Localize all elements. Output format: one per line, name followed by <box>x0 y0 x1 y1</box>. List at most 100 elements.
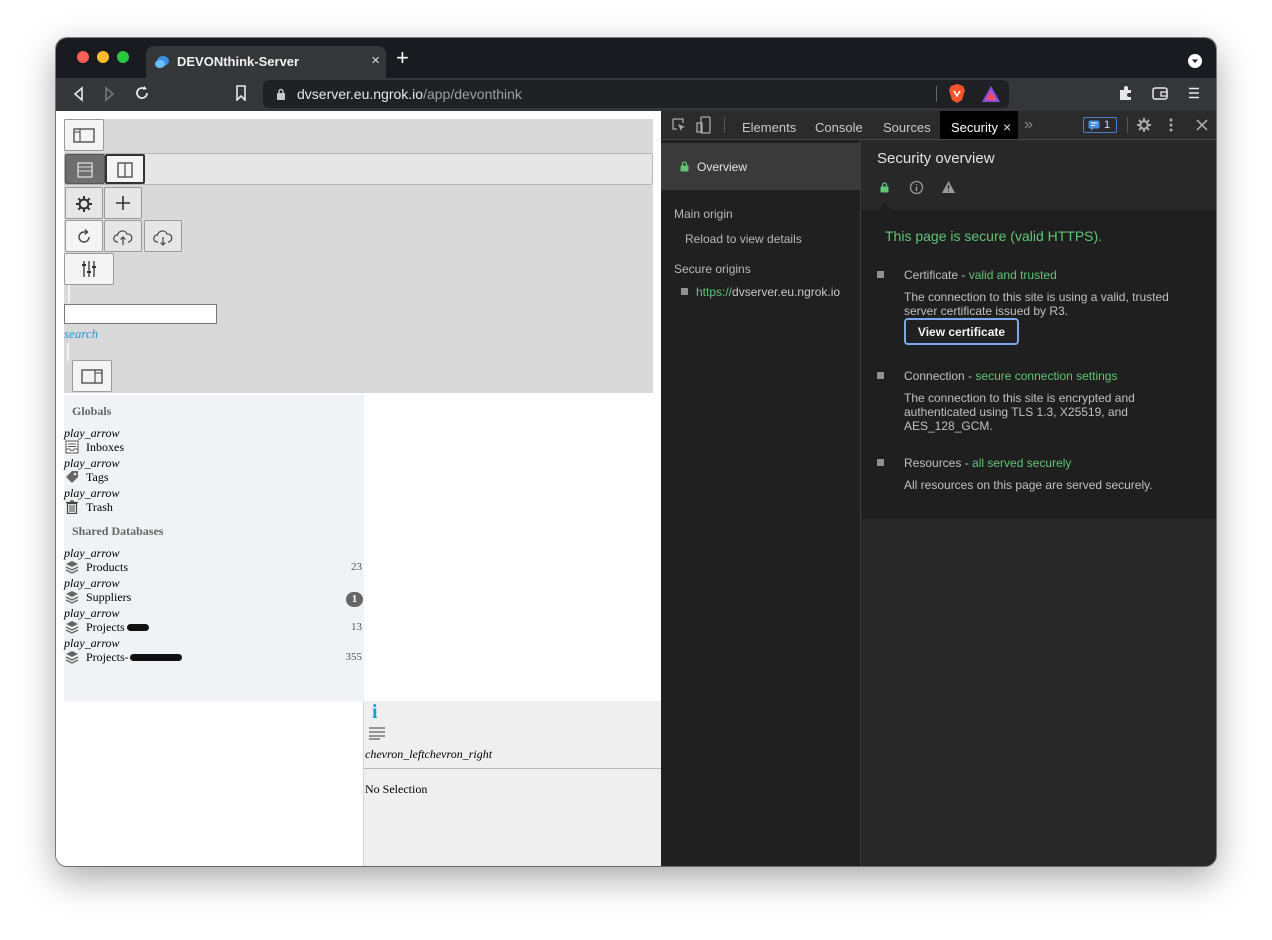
database-stack-icon <box>65 591 79 604</box>
new-tab-button[interactable]: + <box>396 47 409 69</box>
filter-button[interactable] <box>64 253 114 285</box>
info-icon[interactable]: i <box>372 701 378 724</box>
resources-status: all served securely <box>972 456 1072 470</box>
toggle-sidebar-button[interactable] <box>64 119 104 151</box>
bookmark-icon[interactable] <box>235 85 247 101</box>
secure-summary: This page is secure (valid HTTPS). <box>885 228 1103 244</box>
resources-description: All resources on this page are served se… <box>904 478 1153 492</box>
menu-icon[interactable] <box>1188 87 1200 99</box>
devtools-panel: Elements Console Sources Security × » 1 … <box>661 111 1216 866</box>
inspector-divider <box>364 768 661 769</box>
security-sidebar: Overview Main origin Reload to view deta… <box>661 140 861 866</box>
search-label[interactable]: search <box>64 326 98 342</box>
title-bar: DEVONthink-Server × + <box>56 38 1216 78</box>
heading-separator: - <box>961 456 973 470</box>
connection-bullet <box>877 372 884 379</box>
upload-button[interactable] <box>104 220 142 252</box>
overview-header: Security overview <box>861 140 1216 210</box>
shared-databases-header: Shared Databases <box>72 524 164 538</box>
wallet-icon[interactable] <box>1152 86 1168 100</box>
disclosure-arrow[interactable]: play_arrow <box>64 456 120 471</box>
search-divider <box>68 285 70 303</box>
inspector-layout-icon <box>81 369 103 384</box>
reload-icon[interactable] <box>134 85 150 101</box>
certificate-heading: Certificate - valid and trusted <box>904 268 1057 282</box>
origin-url: https://dvserver.eu.ngrok.io <box>696 285 840 299</box>
tab-security-label: Security <box>951 120 998 135</box>
resources-bullet <box>877 459 884 466</box>
redaction-mark <box>130 654 182 661</box>
settings-button[interactable] <box>65 187 103 219</box>
disclosure-arrow[interactable]: play_arrow <box>64 636 120 651</box>
view-certificate-button[interactable]: View certificate <box>904 318 1019 345</box>
sidebar-item-inboxes[interactable]: Inboxes <box>86 440 124 455</box>
tab-security[interactable]: Security × <box>940 111 1018 139</box>
forward-icon[interactable] <box>104 86 116 102</box>
heading-separator: - <box>958 268 969 282</box>
tab-elements[interactable]: Elements <box>742 120 796 135</box>
chevron-down-icon <box>1192 59 1198 63</box>
extensions-icon[interactable] <box>1118 85 1134 101</box>
browser-toolbar: dvserver.eu.ngrok.io/app/devonthink <box>56 78 1216 111</box>
refresh-button[interactable] <box>65 220 103 252</box>
search-input[interactable] <box>64 304 217 324</box>
chevron-navigation[interactable]: chevron_leftchevron_right <box>365 747 492 762</box>
tab-security-close-icon[interactable]: × <box>1003 119 1011 135</box>
devtools-settings-icon[interactable] <box>1136 117 1152 133</box>
sidebar-item-trash[interactable]: Trash <box>86 500 113 515</box>
certificate-bullet <box>877 271 884 278</box>
download-button[interactable] <box>144 220 182 252</box>
certificate-status: valid and trusted <box>968 268 1057 282</box>
add-button[interactable] <box>104 187 142 219</box>
tab-console[interactable]: Console <box>815 120 863 135</box>
secure-origins-header: Secure origins <box>674 262 751 276</box>
issues-button[interactable]: 1 <box>1083 117 1117 133</box>
list-lines-icon[interactable] <box>368 726 386 740</box>
tab-close-icon[interactable]: × <box>371 52 380 69</box>
zoom-window-button[interactable] <box>117 51 129 63</box>
inspect-element-icon[interactable] <box>671 117 687 133</box>
split-view-icon <box>117 162 133 178</box>
sidebar-item-overview[interactable]: Overview <box>661 143 860 190</box>
inspector-toggle-button[interactable] <box>72 360 112 392</box>
browser-window: DEVONthink-Server × + dvserver.eu.ngrok.… <box>56 38 1216 866</box>
item-count: 13 <box>351 621 362 633</box>
browser-tab[interactable]: DEVONthink-Server × <box>146 46 386 78</box>
inspector-pane: i chevron_leftchevron_right No Selection <box>364 701 661 866</box>
disclosure-arrow[interactable]: play_arrow <box>64 546 120 561</box>
more-tabs-icon[interactable]: » <box>1024 116 1033 134</box>
brave-rewards-icon[interactable] <box>981 85 1001 103</box>
tab-search-button[interactable] <box>1188 54 1202 68</box>
sidebar-item-tags[interactable]: Tags <box>86 470 109 485</box>
connection-title: Connection <box>904 369 965 383</box>
tab-sources[interactable]: Sources <box>883 120 931 135</box>
devtools-tabbar: Elements Console Sources Security × » 1 <box>661 111 1216 140</box>
split-view-button[interactable] <box>105 154 145 184</box>
brave-shields-icon[interactable] <box>948 84 966 104</box>
address-bar[interactable]: dvserver.eu.ngrok.io/app/devonthink <box>263 80 1009 108</box>
info-circle-icon <box>909 180 924 195</box>
minimize-window-button[interactable] <box>97 51 109 63</box>
list-view-button[interactable] <box>65 154 105 184</box>
disclosure-arrow[interactable]: play_arrow <box>64 576 120 591</box>
sidebar-item-projects-2[interactable]: Projects- <box>86 650 129 665</box>
connection-description: The connection to this site is encrypted… <box>904 391 1135 433</box>
cloud-download-icon <box>153 230 173 246</box>
disclosure-arrow[interactable]: play_arrow <box>64 606 120 621</box>
secure-lock-icon <box>880 182 889 193</box>
disclosure-arrow[interactable]: play_arrow <box>64 486 120 501</box>
issues-count: 1 <box>1104 119 1111 131</box>
connection-heading: Connection - secure connection settings <box>904 369 1117 383</box>
back-icon[interactable] <box>72 86 84 102</box>
device-toolbar-icon[interactable] <box>696 116 712 134</box>
sidebar-item-products[interactable]: Products <box>86 560 128 575</box>
close-devtools-icon[interactable] <box>1196 119 1208 131</box>
sidebar-item-suppliers[interactable]: Suppliers <box>86 590 131 605</box>
connection-status: secure connection settings <box>975 369 1118 383</box>
disclosure-arrow[interactable]: play_arrow <box>64 426 120 441</box>
main-origin-header: Main origin <box>674 207 733 221</box>
kebab-menu-icon[interactable] <box>1169 117 1173 133</box>
close-window-button[interactable] <box>77 51 89 63</box>
secure-origin-item[interactable]: https://dvserver.eu.ngrok.io <box>681 284 856 302</box>
sidebar-item-projects[interactable]: Projects <box>86 620 125 635</box>
